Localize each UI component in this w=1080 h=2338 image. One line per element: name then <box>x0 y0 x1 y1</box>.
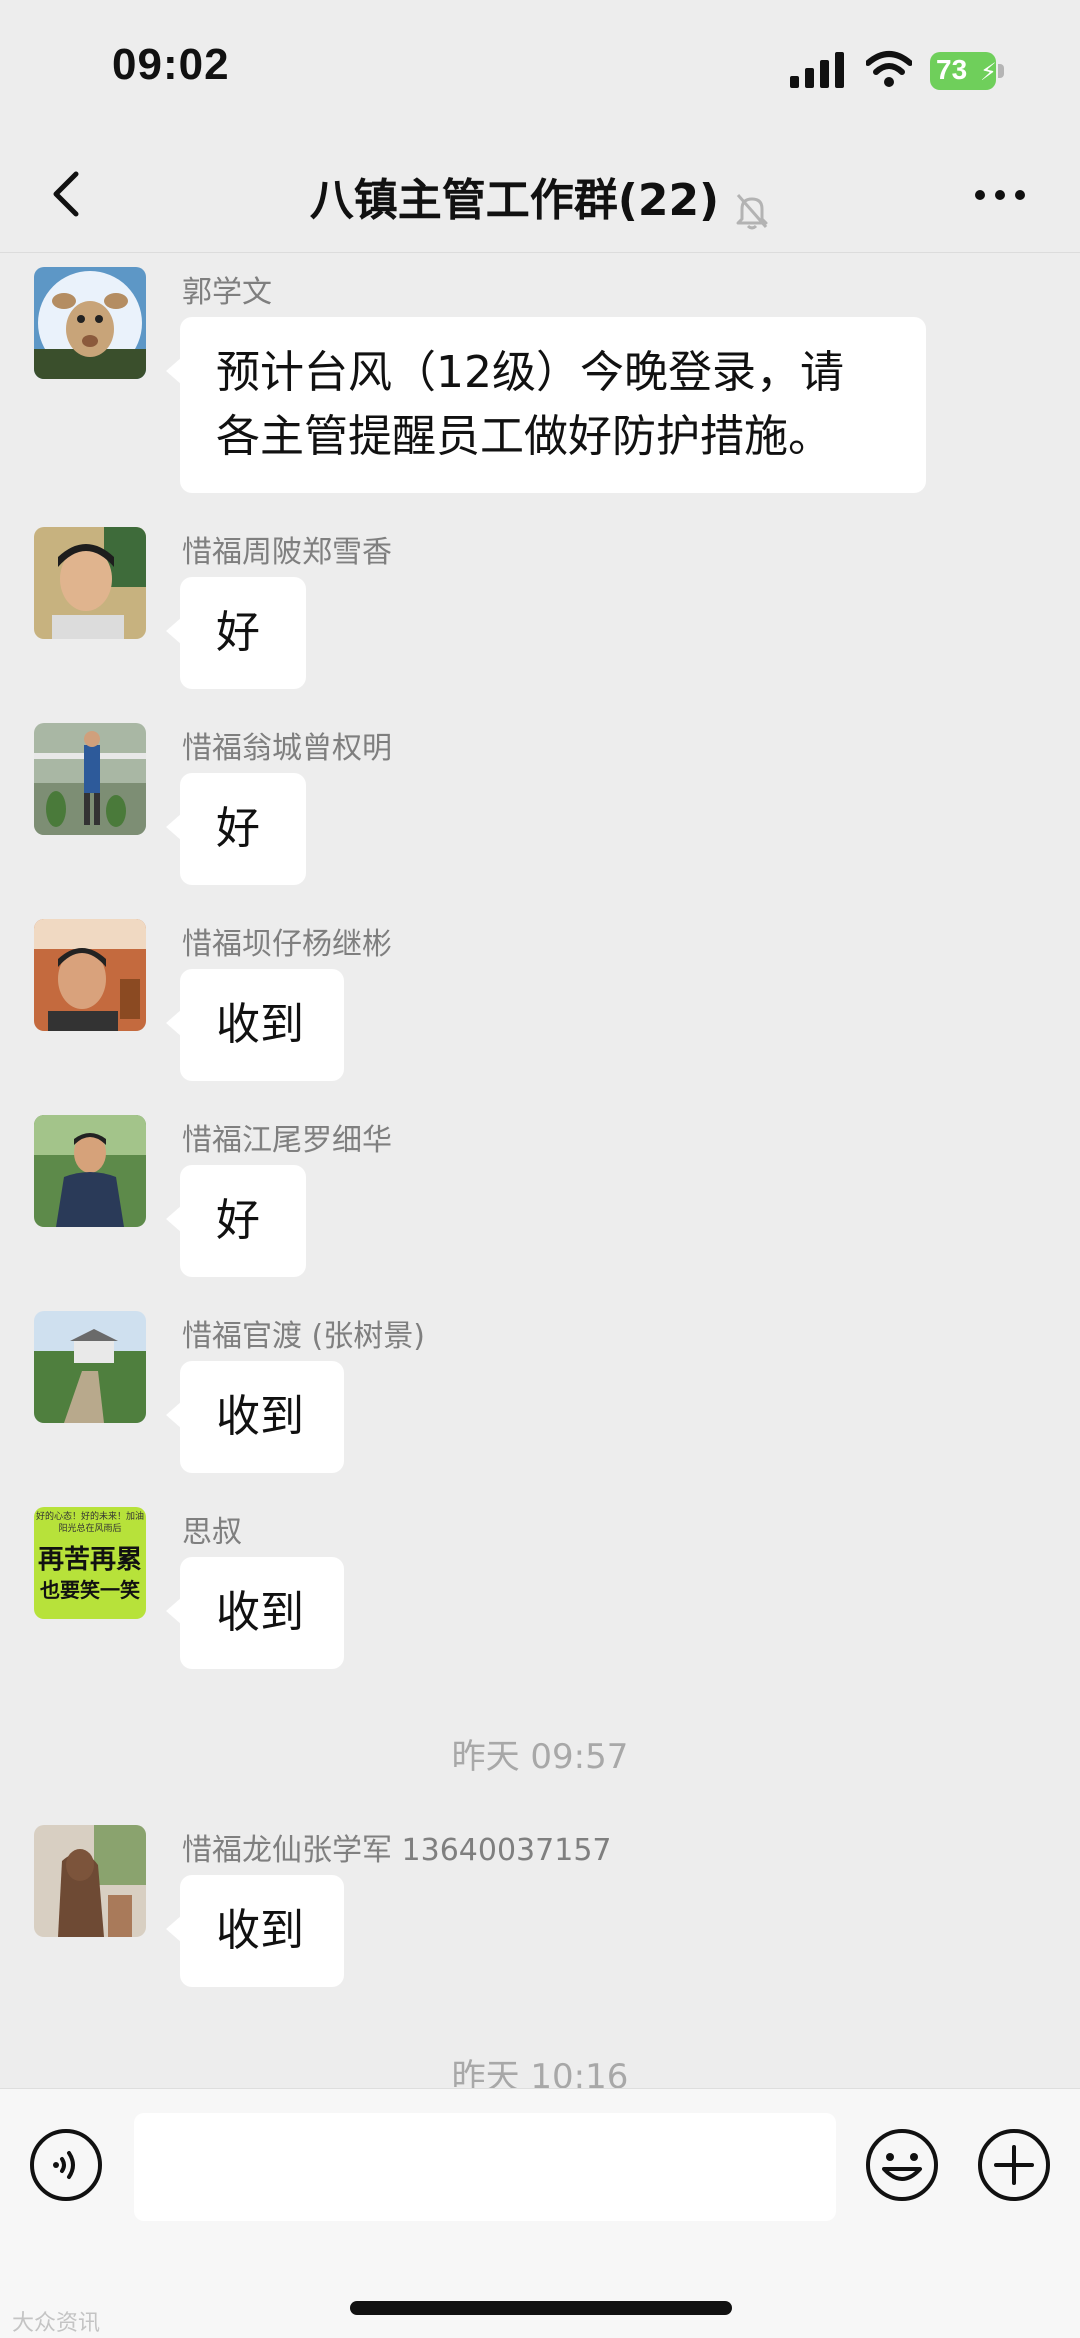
avatar[interactable]: 好的心态！好的未来！加油 阳光总在风雨后 再苦再累 也要笑一笑 <box>34 1507 146 1619</box>
sender-name: 惜福龙仙张学军 13640037157 <box>182 1833 612 1868</box>
avatar[interactable] <box>34 527 146 639</box>
input-bar: 大众资讯 <box>0 2088 1080 2338</box>
message-text-line: 各主管提醒员工做好防护措施。 <box>216 411 832 462</box>
message-bubble[interactable]: 好 <box>166 773 306 885</box>
avatar[interactable] <box>34 1115 146 1227</box>
message-bubble[interactable]: 收到 <box>166 1875 344 1987</box>
message-bubble[interactable]: 收到 <box>166 1557 344 1669</box>
charging-icon: ⚡ <box>980 58 997 86</box>
timestamp: 昨天 09:57 <box>451 1737 629 1777</box>
message-text: 好 <box>216 1195 260 1246</box>
avatar[interactable] <box>34 723 146 835</box>
chat-header: 八镇主管工作群(22) <box>0 140 1080 253</box>
sender-name: 惜福官渡 (张树景) <box>182 1319 425 1354</box>
message-bubble[interactable]: 预计台风（12级）今晚登录，请 各主管提醒员工做好防护措施。 <box>166 317 926 493</box>
message-text: 好 <box>216 803 260 854</box>
message-bubble[interactable]: 好 <box>166 577 306 689</box>
avatar-text: 再苦再累 <box>37 1545 142 1575</box>
chat-title: 八镇主管工作群(22) <box>309 175 720 226</box>
message-text: 收到 <box>216 1391 304 1442</box>
sender-name: 惜福翁城曾权明 <box>182 731 392 766</box>
battery-indicator: 73 ⚡ <box>930 52 1006 90</box>
sender-name: 思叔 <box>182 1515 242 1550</box>
status-time: 09:02 <box>112 40 230 89</box>
avatar-text: 阳光总在风雨后 <box>58 1524 122 1534</box>
sender-name: 惜福坝仔杨继彬 <box>182 927 392 962</box>
avatar-text: 也要笑一笑 <box>40 1578 140 1602</box>
sender-name: 郭学文 <box>182 275 272 310</box>
sender-name: 惜福周陂郑雪香 <box>182 535 392 570</box>
sender-name: 惜福江尾罗细华 <box>182 1123 392 1158</box>
status-bar: 09:02 73 ⚡ <box>0 0 1080 140</box>
more-functions-button[interactable] <box>976 2127 1052 2203</box>
message-bubble[interactable]: 收到 <box>166 1361 344 1473</box>
watermark: 大众资讯 <box>12 2311 101 2336</box>
message-text-line: 预计台风（12级）今晚登录，请 <box>216 347 844 398</box>
avatar[interactable] <box>34 1825 146 1937</box>
message-text: 收到 <box>216 1905 304 1956</box>
message-text: 收到 <box>216 1587 304 1638</box>
message-bubble[interactable]: 好 <box>166 1165 306 1277</box>
more-options-button[interactable] <box>970 170 1030 220</box>
avatar[interactable] <box>34 1311 146 1423</box>
chat-title-area: 八镇主管工作群(22) <box>0 164 1080 231</box>
message-text: 收到 <box>216 999 304 1050</box>
battery-level: 73 <box>936 54 968 85</box>
emoji-button[interactable] <box>864 2127 940 2203</box>
wifi-icon <box>866 51 912 87</box>
avatar-text: 好的心态！好的未来！加油 <box>35 1512 144 1522</box>
timestamp: 昨天 10:16 <box>451 2057 629 2088</box>
message-bubble[interactable]: 收到 <box>166 969 344 1081</box>
avatar[interactable] <box>34 267 146 379</box>
message-text: 好 <box>216 607 260 658</box>
avatar[interactable] <box>34 919 146 1031</box>
message-input[interactable] <box>134 2113 836 2221</box>
home-indicator[interactable] <box>350 2301 732 2315</box>
message-list[interactable]: 郭学文 预计台风（12级）今晚登录，请 各主管提醒员工做好防护措施。 惜福周陂郑… <box>0 253 1080 2088</box>
bell-off-icon <box>736 193 768 229</box>
signal-icon <box>790 52 844 88</box>
voice-input-button[interactable] <box>28 2127 104 2203</box>
